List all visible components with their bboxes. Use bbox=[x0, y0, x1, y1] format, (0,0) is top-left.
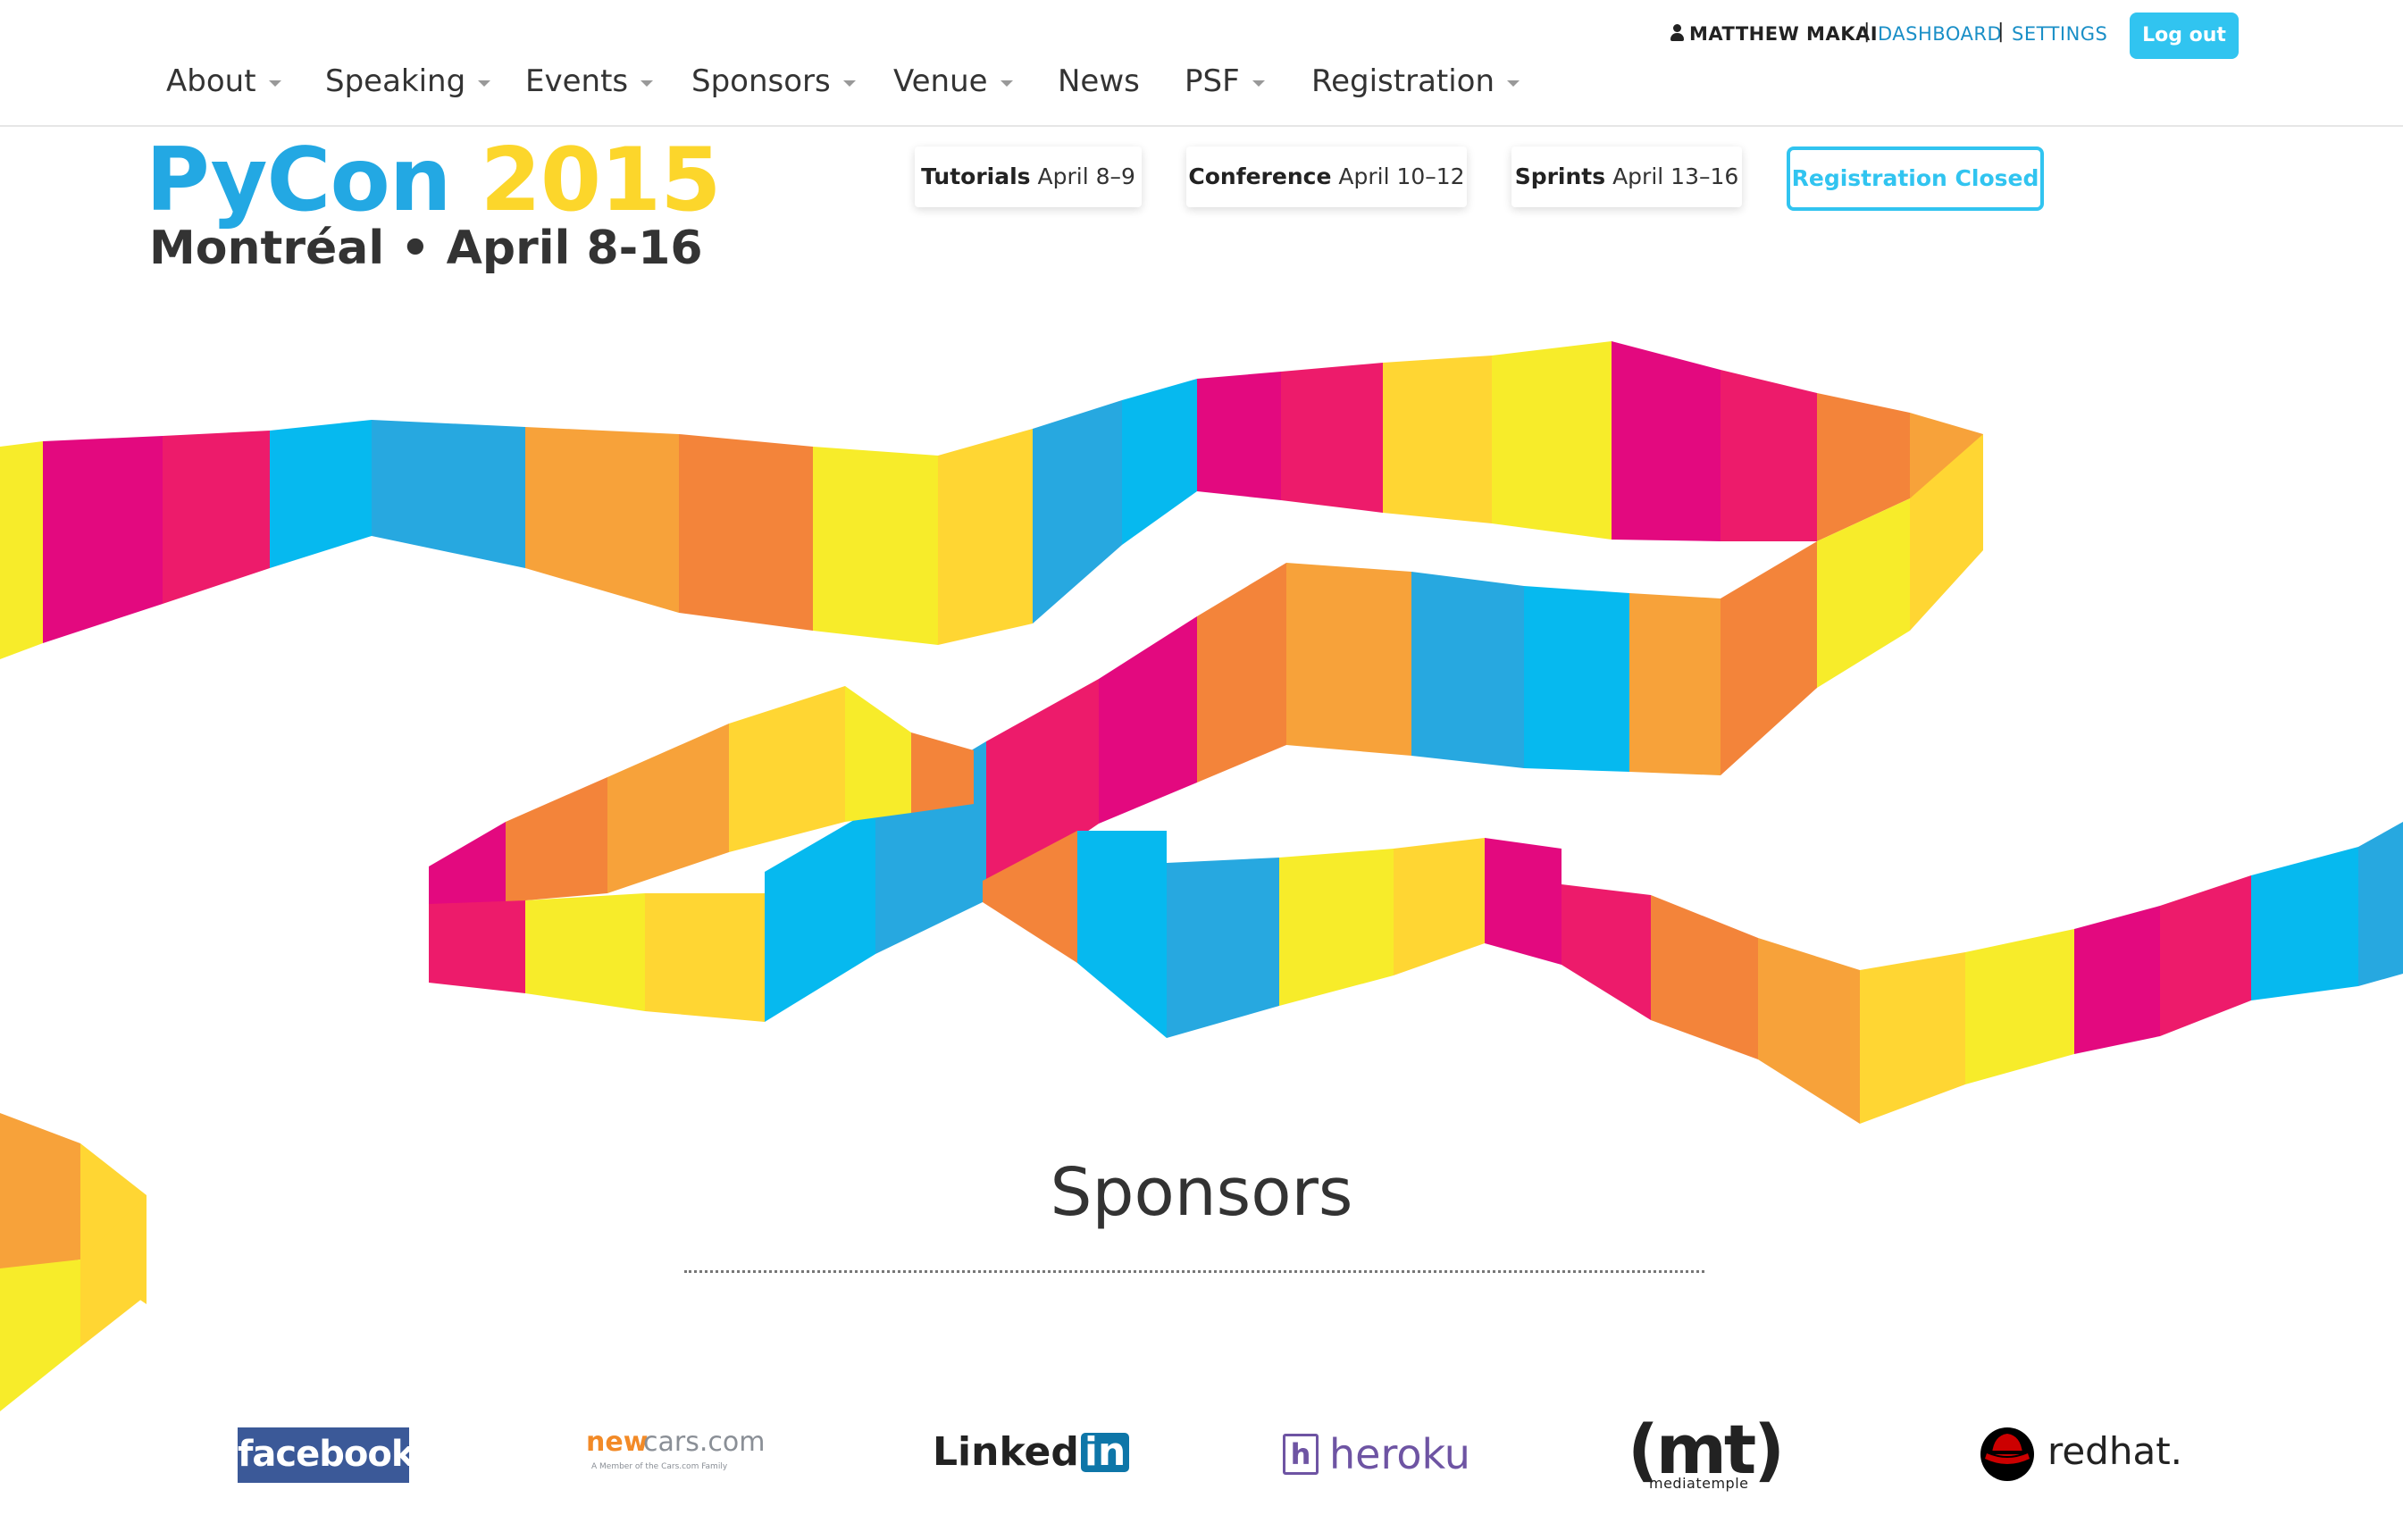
redhat-shadowman-icon bbox=[1980, 1427, 2034, 1481]
tutorials-dates-badge[interactable]: Tutorials April 8–9 bbox=[915, 146, 1142, 207]
ribbon-segment bbox=[1492, 341, 1612, 540]
nav-item-registration[interactable]: Registration bbox=[1311, 61, 1520, 102]
ribbon-segment bbox=[372, 420, 525, 568]
user-icon bbox=[1670, 24, 1684, 42]
ribbon-segment bbox=[1651, 895, 1758, 1059]
heroku-icon: h bbox=[1283, 1434, 1319, 1475]
ribbon-segment bbox=[1197, 563, 1286, 783]
ribbon-segment bbox=[2251, 847, 2358, 1000]
sprints-dates-badge[interactable]: Sprints April 13–16 bbox=[1511, 146, 1742, 207]
ribbon-segment bbox=[525, 427, 679, 613]
chevron-down-icon bbox=[842, 80, 856, 87]
nav-item-psf[interactable]: PSF bbox=[1185, 61, 1265, 102]
ribbon-segment bbox=[1167, 858, 1279, 1038]
ribbon-segment bbox=[2160, 875, 2251, 1036]
ribbon-segment bbox=[1629, 593, 1721, 775]
nav-item-events[interactable]: Events bbox=[525, 61, 654, 102]
ribbon-segment bbox=[1077, 831, 1167, 1038]
ribbon-segment bbox=[1485, 838, 1562, 965]
ribbon-segment bbox=[765, 808, 875, 1022]
ribbon-segment bbox=[1033, 400, 1122, 624]
ribbon-segment bbox=[845, 686, 911, 822]
nav-item-speaking[interactable]: Speaking bbox=[325, 61, 491, 102]
ribbon-segment bbox=[2358, 822, 2403, 986]
ribbon-segment bbox=[1721, 541, 1817, 775]
ribbon-segment bbox=[1612, 341, 1721, 541]
chevron-down-icon bbox=[641, 80, 654, 87]
sponsor-linkedin-logo[interactable]: Linked in bbox=[933, 1416, 1130, 1489]
sponsor-facebook-logo[interactable]: facebook bbox=[238, 1427, 414, 1483]
ribbon-segment bbox=[1524, 586, 1629, 772]
chevron-down-icon bbox=[268, 80, 281, 87]
ribbon-segment bbox=[163, 431, 270, 604]
ribbon-segment bbox=[429, 822, 506, 908]
ribbon-segment bbox=[43, 436, 163, 643]
sponsors-divider bbox=[684, 1270, 1704, 1273]
registration-closed-button[interactable]: Registration Closed bbox=[1787, 146, 2044, 211]
ribbon-segment bbox=[429, 900, 525, 993]
nav-item-news[interactable]: News bbox=[1058, 61, 1140, 102]
ribbon-segment bbox=[0, 1260, 80, 1411]
pycon-logo[interactable]: PyCon 2015 Montréal • April 8-16 bbox=[146, 132, 721, 280]
chevron-down-icon bbox=[1507, 80, 1520, 87]
ribbon-segment bbox=[1099, 616, 1197, 824]
ribbon-segment bbox=[1394, 838, 1485, 975]
ribbon-segment bbox=[1279, 849, 1394, 1006]
ribbon-segment bbox=[1281, 363, 1383, 513]
settings-link[interactable]: SETTINGS bbox=[2012, 23, 2107, 45]
ribbon-segment bbox=[1562, 884, 1651, 1020]
user-separator: | bbox=[1863, 21, 1871, 43]
chevron-down-icon bbox=[1252, 80, 1265, 87]
ribbon-segment bbox=[1383, 356, 1492, 523]
ribbon-segment bbox=[1411, 572, 1524, 768]
dashboard-link[interactable]: DASHBOARD bbox=[1878, 23, 2002, 45]
sponsors-heading: Sponsors bbox=[1050, 1154, 1353, 1231]
user-separator: | bbox=[1997, 21, 2005, 43]
ribbon-segment bbox=[0, 441, 43, 659]
ribbon-segment bbox=[679, 434, 813, 631]
nav-item-venue[interactable]: Venue bbox=[893, 61, 1013, 102]
ribbon-segment bbox=[2074, 906, 2160, 1054]
ribbon-segment bbox=[270, 420, 372, 568]
sponsor-mediatemple-logo[interactable]: (mt) mediatemple bbox=[1628, 1416, 1806, 1493]
ribbon-segment bbox=[729, 686, 845, 852]
ribbon-segment bbox=[938, 429, 1033, 645]
chevron-down-icon bbox=[1000, 80, 1013, 87]
ribbon-segment bbox=[645, 893, 765, 1022]
ribbon-segment bbox=[506, 777, 607, 902]
ribbon-segment bbox=[1721, 370, 1817, 541]
ribbon-segment bbox=[911, 732, 974, 813]
ribbon-segment bbox=[1965, 929, 2074, 1084]
user-name: MATTHEW MAKAI bbox=[1670, 23, 1878, 45]
ribbon-segment bbox=[607, 724, 729, 893]
logo-title: PyCon 2015 bbox=[146, 130, 721, 231]
logout-button[interactable]: Log out bbox=[2130, 13, 2239, 59]
ribbon-segment bbox=[1286, 563, 1411, 756]
ribbon-segment bbox=[813, 447, 938, 645]
ribbon-segment bbox=[1860, 952, 1965, 1124]
chevron-down-icon bbox=[478, 80, 491, 87]
ribbon-segment bbox=[1758, 938, 1860, 1124]
conference-dates-badge[interactable]: Conference April 10–12 bbox=[1186, 146, 1467, 207]
nav-item-about[interactable]: About bbox=[166, 61, 281, 102]
ribbon-segment bbox=[525, 893, 645, 1011]
ribbon-segment bbox=[1197, 372, 1281, 500]
sponsor-redhat-logo[interactable]: redhat. bbox=[1976, 1416, 2182, 1489]
nav-item-sponsors[interactable]: Sponsors bbox=[691, 61, 856, 102]
ribbon-segment bbox=[1122, 379, 1197, 545]
sponsor-newcars-logo[interactable]: new cars.com A Member of the Cars.com Fa… bbox=[586, 1416, 765, 1489]
sponsor-heroku-logo[interactable]: h heroku bbox=[1283, 1416, 1470, 1489]
logo-subtitle: Montréal • April 8-16 bbox=[149, 222, 703, 275]
